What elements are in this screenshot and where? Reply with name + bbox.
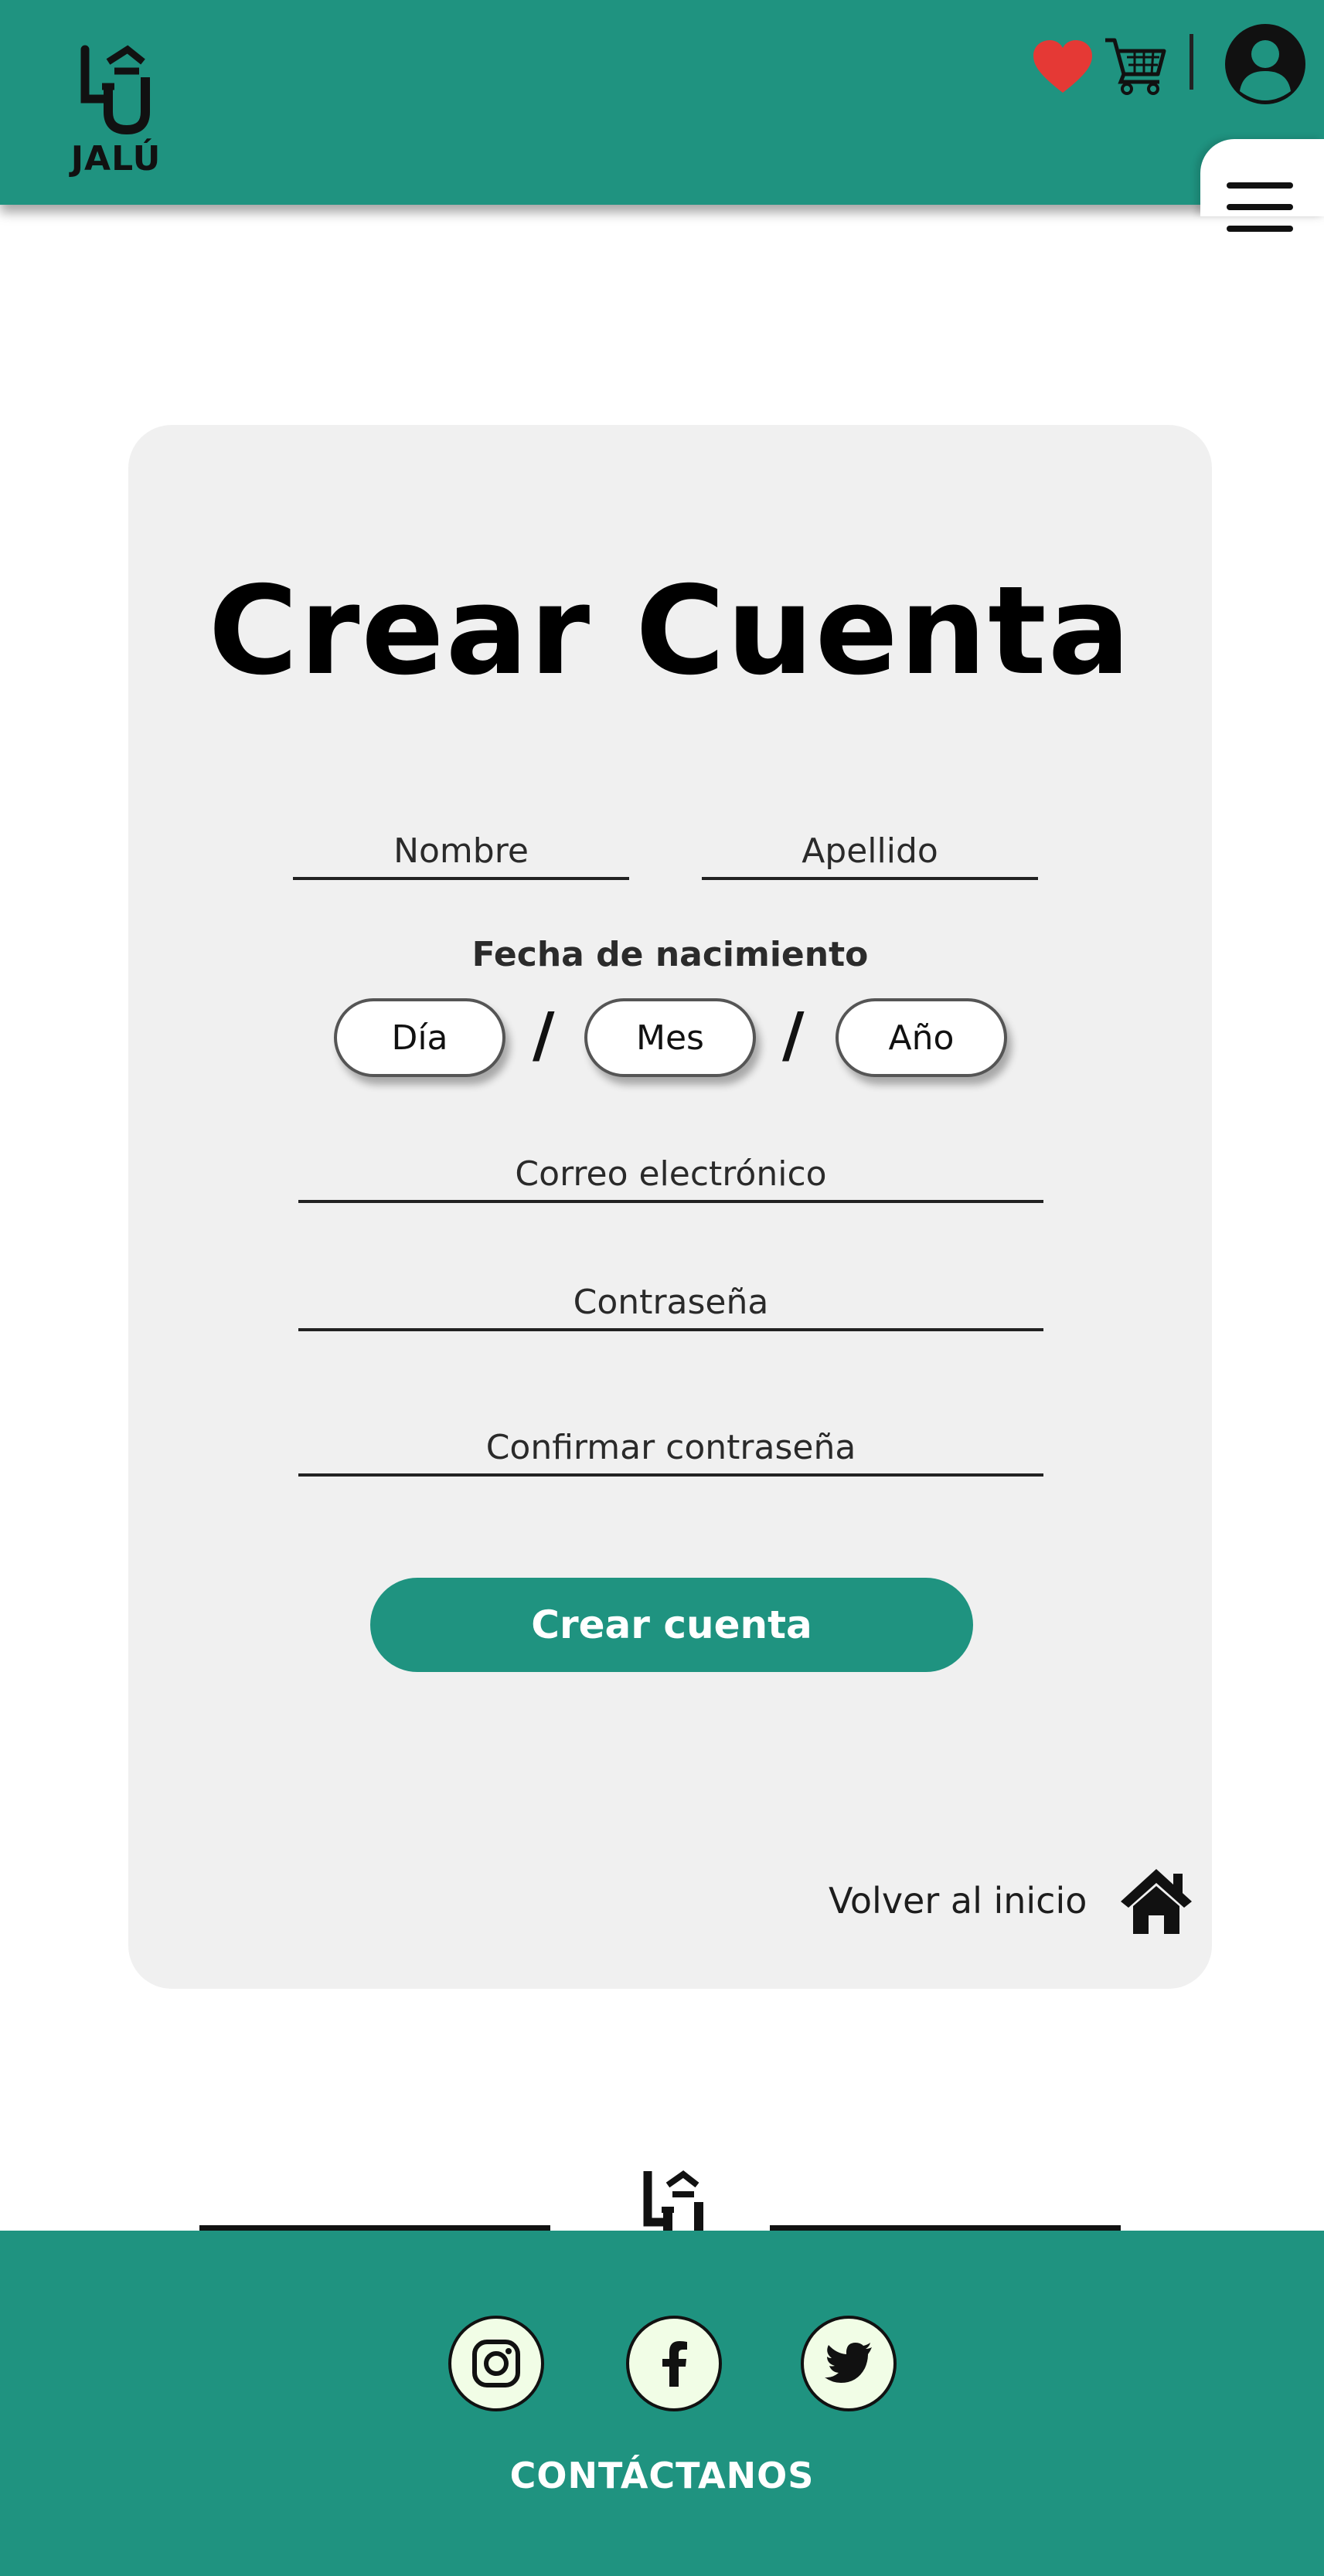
- logo-mark-icon: [80, 45, 150, 135]
- birthdate-label: Fecha de nacimiento: [471, 935, 869, 974]
- footer-divider: [770, 2225, 1121, 2231]
- last-name-field[interactable]: Apellido: [702, 831, 1038, 880]
- instagram-icon: [472, 2340, 520, 2387]
- site-footer: CONTÁCTANOS: [0, 2231, 1324, 2576]
- back-home-label: Volver al inicio: [829, 1880, 1087, 1922]
- site-header: JALÚ: [0, 0, 1324, 205]
- instagram-link[interactable]: [448, 2316, 544, 2411]
- header-divider: [1190, 34, 1193, 90]
- confirm-password-field[interactable]: Confirmar contraseña: [298, 1428, 1043, 1477]
- user-icon[interactable]: [1224, 23, 1306, 105]
- facebook-icon: [662, 2341, 687, 2387]
- contact-link[interactable]: CONTÁCTANOS: [0, 2455, 1324, 2496]
- date-separator: /: [533, 1001, 555, 1070]
- twitter-link[interactable]: [801, 2316, 897, 2411]
- password-field[interactable]: Contraseña: [298, 1283, 1043, 1331]
- create-account-card: Crear Cuenta Nombre Apellido Fecha de na…: [128, 425, 1212, 1989]
- page-title: Crear Cuenta: [208, 560, 1132, 702]
- brand-name: JALÚ: [70, 139, 162, 178]
- facebook-link[interactable]: [626, 2316, 722, 2411]
- year-field[interactable]: Año: [836, 998, 1007, 1077]
- date-separator: /: [782, 1001, 805, 1070]
- back-home-link[interactable]: Volver al inicio: [829, 1862, 1195, 1939]
- first-name-field[interactable]: Nombre: [293, 831, 629, 880]
- twitter-icon: [825, 2343, 872, 2383]
- footer-divider: [199, 2225, 550, 2231]
- day-field[interactable]: Día: [334, 998, 505, 1077]
- cart-icon[interactable]: [1104, 34, 1167, 96]
- brand-logo[interactable]: JALÚ: [62, 39, 170, 185]
- email-field[interactable]: Correo electrónico: [298, 1154, 1043, 1203]
- month-field[interactable]: Mes: [584, 998, 756, 1077]
- heart-icon[interactable]: [1032, 40, 1094, 94]
- hamburger-menu-icon[interactable]: [1225, 179, 1295, 235]
- create-account-button[interactable]: Crear cuenta: [370, 1578, 973, 1672]
- home-icon: [1121, 1869, 1193, 1934]
